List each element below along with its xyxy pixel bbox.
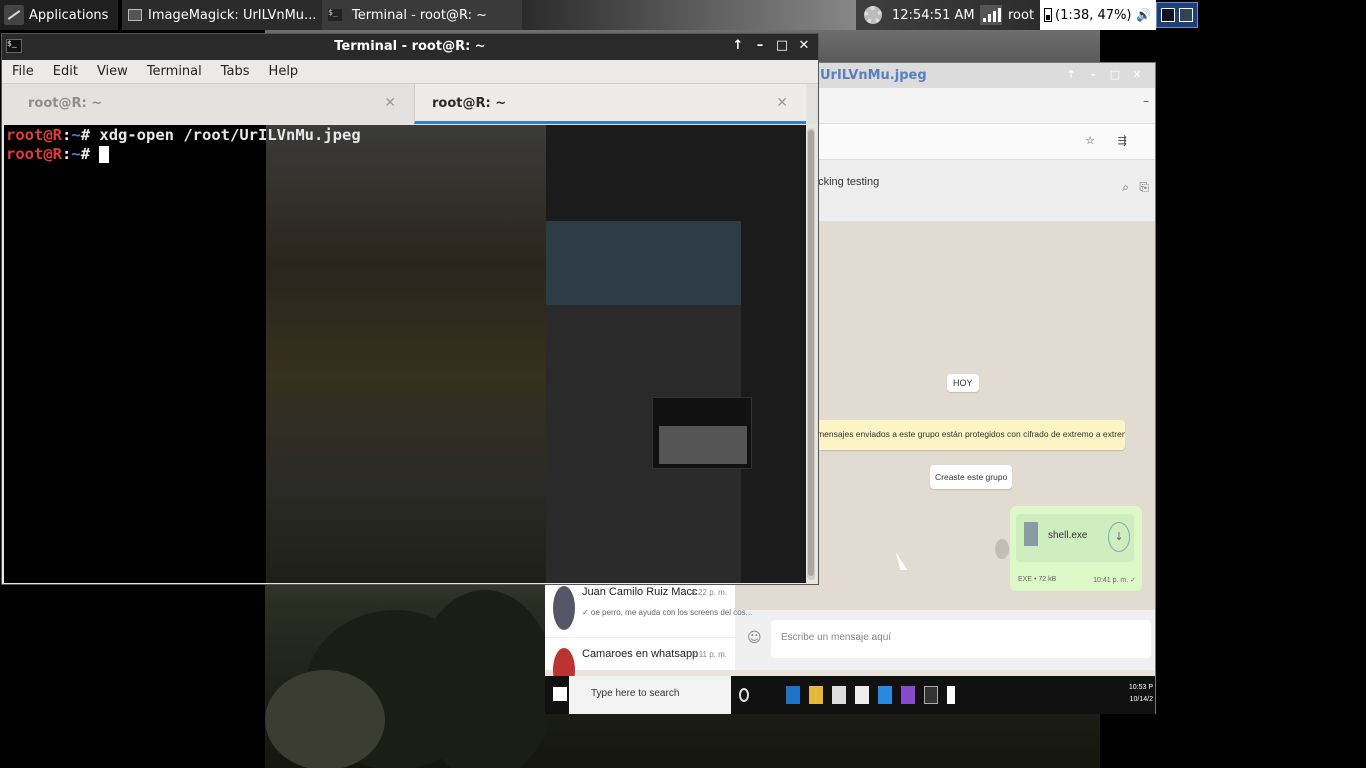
tab-close-icon[interactable]: ✕ bbox=[384, 95, 396, 111]
settings-gear-icon[interactable] bbox=[864, 6, 882, 24]
command-text: xdg-open /root/UrILVnMu.jpeg bbox=[99, 126, 361, 144]
attach-icon: ⎘ bbox=[1139, 180, 1149, 194]
windows-taskbar: Type here to search 10:53 P 10/14/2 bbox=[545, 676, 1155, 714]
file-name: shell.exe bbox=[1048, 530, 1088, 541]
image-viewer-titlebar[interactable]: UrILVnMu.jpeg ⇡ – □ ✕ bbox=[814, 63, 1155, 89]
emoji-icon: ☺ bbox=[747, 630, 762, 646]
file-message: shell.exe ↓ EXE • 72 kB 10:41 p. m. ✓ bbox=[1010, 506, 1142, 591]
windows-search-box: Type here to search bbox=[569, 676, 731, 714]
taskbar-item-imagemagick[interactable]: ImageMagick: UrILVnMu... bbox=[122, 0, 322, 30]
terminal-window: $_ Terminal - root@R: ~ ↑ – □ ✕ File Edi… bbox=[1, 33, 819, 585]
contact-name: Juan Camilo Ruiz Macc bbox=[582, 586, 698, 598]
network-signal-icon[interactable] bbox=[980, 5, 1002, 25]
terminal-line: root@R:~# bbox=[6, 145, 110, 163]
mail-icon bbox=[855, 686, 869, 704]
minimize-button[interactable]: – bbox=[1085, 67, 1101, 83]
chat-list: Juan Camilo Ruiz Macc 8:22 p. m. ✓ oe pe… bbox=[545, 578, 752, 700]
menu-tabs[interactable]: Tabs bbox=[221, 64, 250, 79]
contact-name: Camaroes en whatsapp bbox=[582, 648, 699, 660]
vscode-icon bbox=[878, 686, 892, 704]
taskbar-item-label: Terminal - root@R: ~ bbox=[352, 7, 487, 23]
message-time: 8:22 p. m. bbox=[691, 588, 727, 597]
maximize-button[interactable]: □ bbox=[774, 38, 790, 54]
message-composer: ☺ Escribe un mensaje aquí bbox=[735, 610, 1155, 670]
message-time: 7:11 p. m. bbox=[692, 650, 727, 659]
battery-label: (1:38, 47%) bbox=[1055, 7, 1132, 23]
shade-button[interactable]: ↑ bbox=[730, 38, 746, 54]
image-viewer-title: UrILVnMu.jpeg bbox=[820, 68, 927, 83]
terminal-menubar: File Edit View Terminal Tabs Help bbox=[2, 60, 818, 84]
download-icon: ↓ bbox=[1108, 522, 1130, 552]
tab-label: root@R: ~ bbox=[432, 96, 507, 111]
browser-address-bar: ☆ ⇶ bbox=[815, 124, 1155, 160]
applications-label: Applications bbox=[29, 7, 109, 23]
group-created-notice: Creaste este grupo bbox=[930, 465, 1013, 489]
panel-clock[interactable]: 12:54:51 AM bbox=[892, 0, 975, 30]
windows-start-icon bbox=[553, 687, 567, 701]
message-placeholder: Escribe un mensaje aquí bbox=[771, 620, 1151, 658]
applications-icon bbox=[4, 5, 24, 25]
cortana-icon bbox=[739, 688, 749, 702]
document-icon bbox=[1024, 522, 1038, 546]
close-button[interactable]: ✕ bbox=[796, 38, 812, 54]
message-snippet: ✓ oe perro, me ayuda con los screens del… bbox=[582, 608, 753, 617]
shade-button[interactable]: ⇡ bbox=[1063, 67, 1079, 83]
day-badge: HOY bbox=[947, 374, 979, 392]
battery-icon bbox=[1044, 8, 1052, 22]
explorer-icon bbox=[809, 686, 823, 704]
edge-icon bbox=[786, 686, 800, 704]
avatar bbox=[553, 586, 575, 630]
workspace-switcher[interactable] bbox=[1156, 2, 1198, 28]
menu-terminal[interactable]: Terminal bbox=[147, 64, 202, 79]
file-meta: EXE • 72 kB bbox=[1018, 576, 1057, 583]
menu-view[interactable]: View bbox=[97, 64, 128, 79]
store-icon bbox=[832, 686, 846, 704]
terminal-title: Terminal - root@R: ~ bbox=[334, 39, 486, 54]
menu-help[interactable]: Help bbox=[269, 64, 299, 79]
terminal-scrollbar[interactable] bbox=[807, 128, 815, 580]
taskbar-item-label: ImageMagick: UrILVnMu... bbox=[148, 7, 317, 23]
windows-clock: 10:53 P 10/14/2 bbox=[1128, 684, 1153, 703]
maximize-button[interactable]: □ bbox=[1107, 67, 1123, 83]
tab-root-2[interactable]: root@R: ~ ✕ bbox=[414, 84, 806, 124]
terminal-output[interactable]: root@R:~# xdg-open /root/UrILVnMu.jpeg r… bbox=[4, 125, 806, 583]
list-item: Juan Camilo Ruiz Macc 8:22 p. m. ✓ oe pe… bbox=[545, 578, 752, 638]
applications-menu-button[interactable]: Applications bbox=[0, 0, 118, 30]
top-panel: Applications ImageMagick: UrILVnMu... $_… bbox=[0, 0, 1366, 30]
menu-file[interactable]: File bbox=[12, 64, 34, 79]
pen-icon bbox=[947, 686, 955, 704]
terminal-icon: $_ bbox=[328, 9, 342, 21]
volume-icon[interactable]: 🔊 bbox=[1136, 8, 1151, 22]
file-time: 10:41 p. m. ✓ bbox=[1093, 577, 1136, 584]
encryption-notice: Los mensajes enviados a este grupo están… bbox=[795, 420, 1125, 450]
tab-label: root@R: ~ bbox=[28, 96, 103, 111]
close-button[interactable]: ✕ bbox=[1129, 67, 1145, 83]
browser-toolbar: – bbox=[815, 88, 1155, 124]
terminal-line: root@R:~# xdg-open /root/UrILVnMu.jpeg bbox=[6, 126, 361, 144]
cmd-icon bbox=[924, 686, 938, 704]
tab-close-icon[interactable]: ✕ bbox=[776, 95, 788, 111]
visualstudio-icon bbox=[901, 686, 915, 704]
search-icon: ⌕ bbox=[1122, 180, 1129, 194]
desktop: Applications ImageMagick: UrILVnMu... $_… bbox=[0, 0, 1366, 768]
user-menu[interactable]: root bbox=[1008, 0, 1034, 30]
tab-root-1[interactable]: root@R: ~ ✕ bbox=[2, 84, 414, 124]
text-cursor bbox=[99, 146, 110, 163]
terminal-titlebar[interactable]: $_ Terminal - root@R: ~ ↑ – □ ✕ bbox=[2, 34, 818, 60]
window-icon bbox=[128, 9, 142, 21]
menu-edit[interactable]: Edit bbox=[53, 64, 78, 79]
minimize-button[interactable]: – bbox=[752, 38, 768, 54]
taskbar-item-terminal[interactable]: $_ Terminal - root@R: ~ bbox=[322, 0, 522, 30]
file-attachment: shell.exe ↓ bbox=[1016, 514, 1134, 562]
terminal-tabbar: root@R: ~ ✕ root@R: ~ ✕ bbox=[2, 84, 818, 124]
